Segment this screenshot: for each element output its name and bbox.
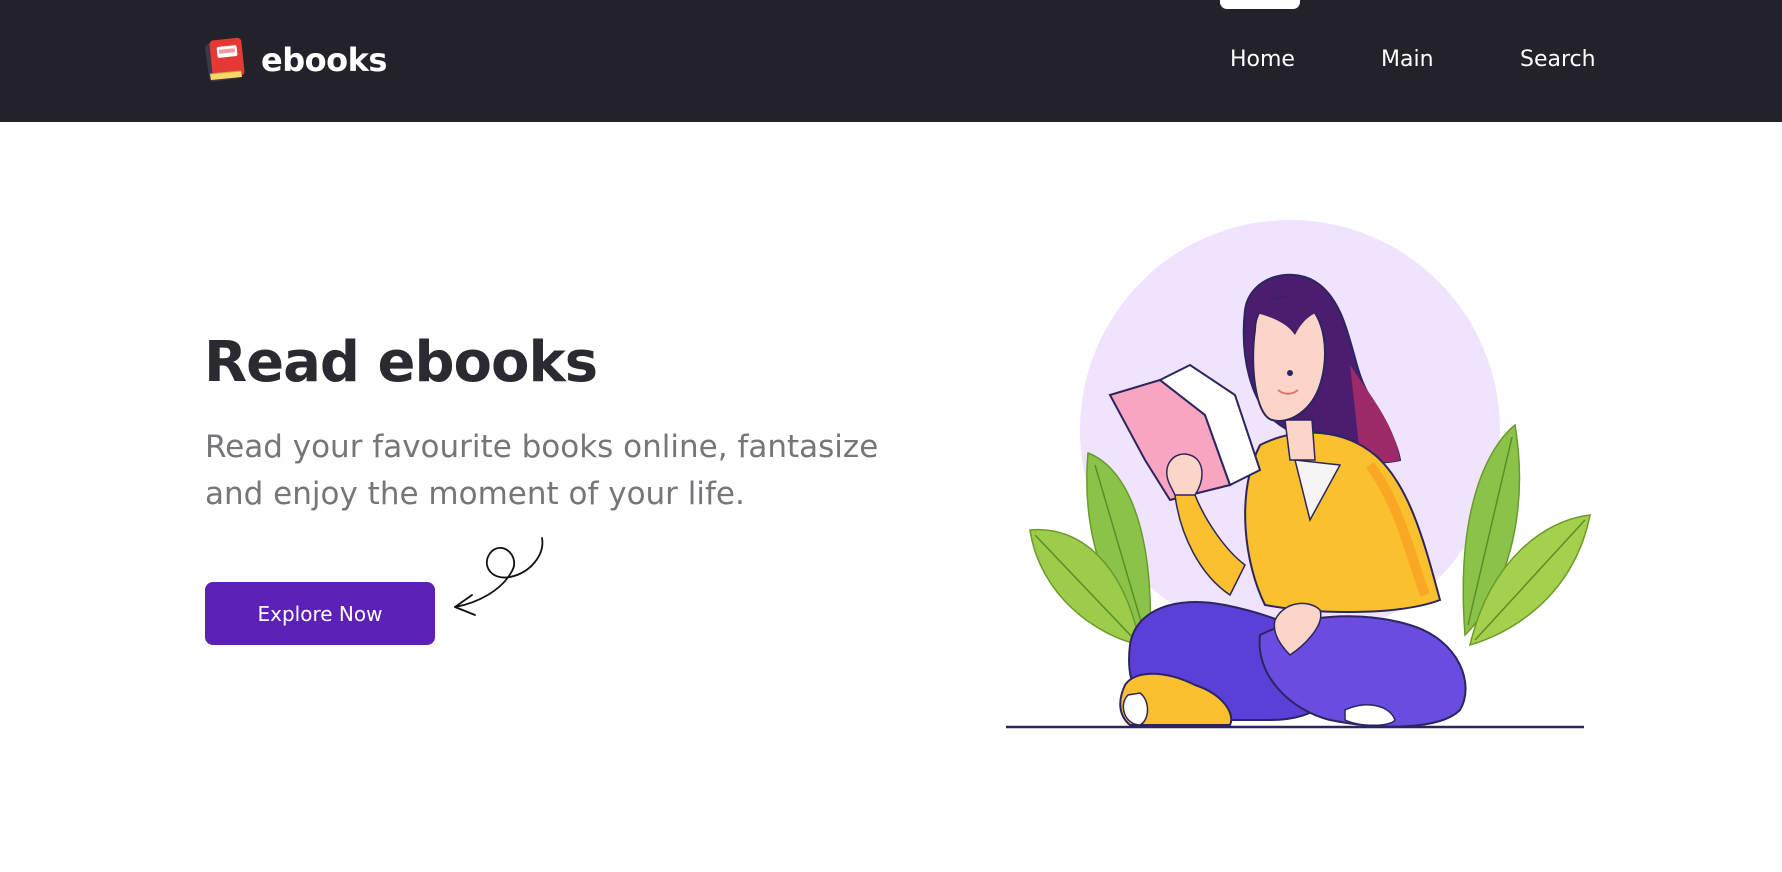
nav-link-home[interactable]: Home — [1230, 44, 1295, 76]
woman-reading-illustration — [1006, 220, 1591, 729]
curly-arrow-icon — [454, 537, 544, 616]
active-nav-indicator — [1220, 0, 1300, 9]
brand-name: ebooks — [261, 41, 387, 79]
brand-logo[interactable]: ebooks — [203, 36, 387, 84]
navbar: ebooks Home Main Search — [0, 0, 1782, 122]
explore-now-button[interactable]: Explore Now — [205, 582, 435, 645]
hero-title: Read ebooks — [204, 330, 598, 395]
hero-subtitle: Read your favourite books online, fantas… — [205, 429, 879, 512]
nav-link-search[interactable]: Search — [1520, 44, 1596, 76]
red-book-icon — [205, 37, 245, 82]
nav-link-main[interactable]: Main — [1381, 44, 1434, 76]
